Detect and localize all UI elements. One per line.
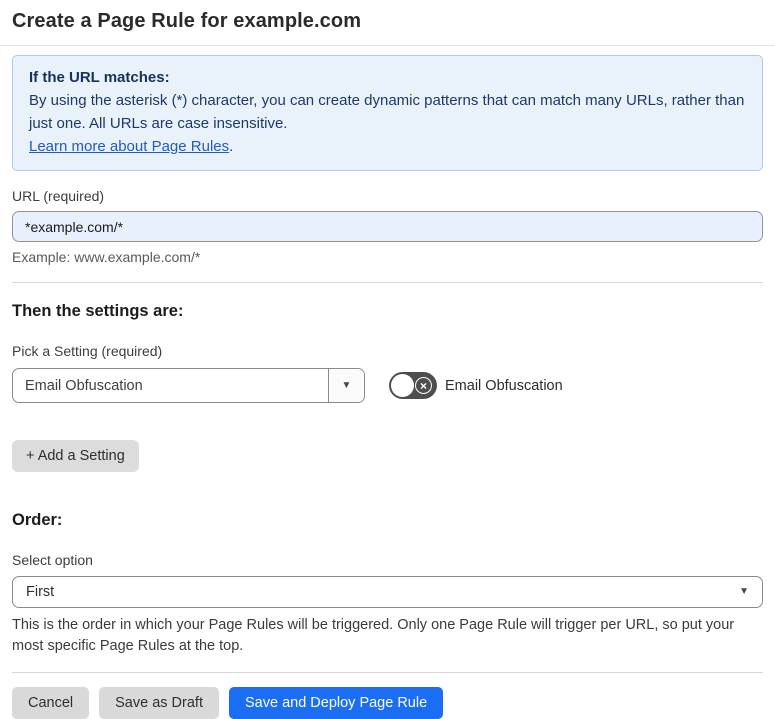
order-select-label: Select option xyxy=(12,552,93,568)
info-box-link-line: Learn more about Page Rules. xyxy=(29,135,746,158)
setting-select-value: Email Obfuscation xyxy=(25,377,143,394)
page-rule-form: Create a Page Rule for example.com If th… xyxy=(0,0,775,719)
chevron-down-icon: ▼ xyxy=(739,586,749,597)
chevron-down-icon: ▼ xyxy=(341,379,352,391)
order-section-heading: Order: xyxy=(12,511,63,529)
email-obfuscation-toggle[interactable]: × xyxy=(389,372,437,399)
link-suffix: . xyxy=(229,138,234,155)
add-setting-button[interactable]: + Add a Setting xyxy=(12,440,139,472)
order-help-text: This is the order in which your Page Rul… xyxy=(12,617,735,654)
order-select[interactable]: First ▼ xyxy=(12,576,763,608)
section-divider xyxy=(12,282,763,283)
learn-more-link[interactable]: Learn more about Page Rules xyxy=(29,138,229,155)
pick-setting-label: Pick a Setting (required) xyxy=(12,343,163,359)
url-field-label: URL (required) xyxy=(12,188,105,204)
save-draft-button[interactable]: Save as Draft xyxy=(99,687,219,719)
footer-divider xyxy=(12,672,763,673)
toggle-knob xyxy=(391,374,414,397)
setting-select[interactable]: Email Obfuscation ▼ xyxy=(12,368,365,403)
url-example-text: Example: www.example.com/* xyxy=(12,249,201,265)
page-title: Create a Page Rule for example.com xyxy=(12,10,362,32)
settings-section-heading: Then the settings are: xyxy=(12,302,184,320)
save-deploy-button[interactable]: Save and Deploy Page Rule xyxy=(228,687,444,719)
order-select-value: First xyxy=(26,584,55,600)
info-box-heading: If the URL matches: xyxy=(29,69,170,86)
setting-row: Email Obfuscation ▼ × Email Obfuscation xyxy=(12,368,763,403)
url-match-info-box: If the URL matches: By using the asteris… xyxy=(12,55,763,171)
setting-select-caret-button[interactable]: ▼ xyxy=(328,369,364,402)
info-box-body: By using the asterisk (*) character, you… xyxy=(29,92,745,132)
toggle-off-x-icon: × xyxy=(415,377,432,394)
title-divider xyxy=(0,45,775,46)
url-input[interactable] xyxy=(12,211,763,242)
cancel-button[interactable]: Cancel xyxy=(12,687,90,719)
footer-actions: Cancel Save as Draft Save and Deploy Pag… xyxy=(12,687,763,719)
toggle-label: Email Obfuscation xyxy=(445,377,563,394)
